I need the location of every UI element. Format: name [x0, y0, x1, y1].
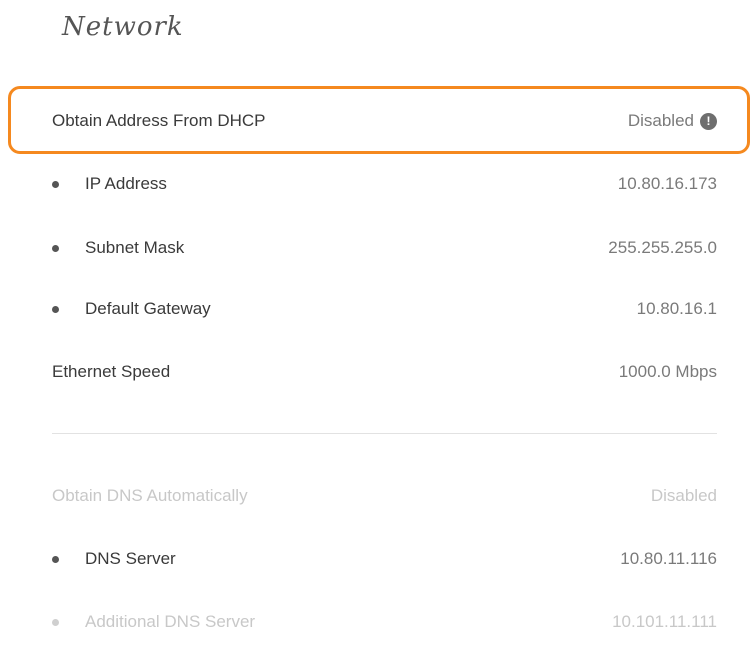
dhcp-value-wrap: Disabled !	[628, 111, 717, 131]
ip-address-value: 10.80.16.173	[617, 174, 717, 193]
additional-dns-server-label: Additional DNS Server	[85, 612, 256, 631]
info-icon[interactable]: !	[700, 112, 717, 130]
default-gateway-row: Default Gateway 10.80.16.1	[52, 294, 717, 324]
default-gateway-value: 10.80.16.1	[636, 299, 717, 318]
dhcp-row[interactable]: Obtain Address From DHCP Disabled !	[52, 106, 717, 136]
subnet-mask-label: Subnet Mask	[85, 238, 185, 257]
section-divider	[52, 433, 717, 434]
bullet-icon	[52, 305, 59, 313]
bullet-icon	[52, 555, 59, 563]
additional-dns-server-label-wrap: Additional DNS Server	[52, 612, 255, 632]
bullet-icon	[52, 180, 59, 188]
dns-server-value: 10.80.11.116	[620, 549, 717, 568]
dns-auto-label: Obtain DNS Automatically	[52, 486, 248, 505]
dhcp-label: Obtain Address From DHCP	[52, 111, 266, 130]
additional-dns-server-row: Additional DNS Server 10.101.11.111	[52, 607, 717, 637]
default-gateway-label-wrap: Default Gateway	[52, 299, 211, 319]
dns-server-label-wrap: DNS Server	[52, 549, 176, 569]
dhcp-value: Disabled	[627, 111, 694, 130]
ethernet-speed-label: Ethernet Speed	[52, 362, 171, 381]
dns-server-label: DNS Server	[85, 549, 176, 568]
ip-address-label-wrap: IP Address	[52, 174, 167, 194]
ethernet-speed-value: 1000.0 Mbps	[618, 362, 717, 381]
default-gateway-label: Default Gateway	[85, 299, 211, 318]
subnet-mask-value: 255.255.255.0	[608, 238, 717, 257]
bullet-icon	[52, 618, 59, 626]
subnet-mask-label-wrap: Subnet Mask	[52, 238, 184, 258]
dns-auto-row: Obtain DNS Automatically Disabled	[52, 481, 717, 511]
ip-address-label: IP Address	[85, 174, 167, 193]
ethernet-speed-row: Ethernet Speed 1000.0 Mbps	[52, 357, 717, 387]
ip-address-row: IP Address 10.80.16.173	[52, 169, 717, 199]
subnet-mask-row: Subnet Mask 255.255.255.0	[52, 233, 717, 263]
additional-dns-server-value: 10.101.11.111	[612, 612, 717, 631]
dns-auto-value: Disabled	[650, 486, 717, 505]
dns-server-row: DNS Server 10.80.11.116	[52, 544, 717, 574]
bullet-icon	[52, 244, 59, 252]
page-title: Network	[62, 12, 184, 42]
